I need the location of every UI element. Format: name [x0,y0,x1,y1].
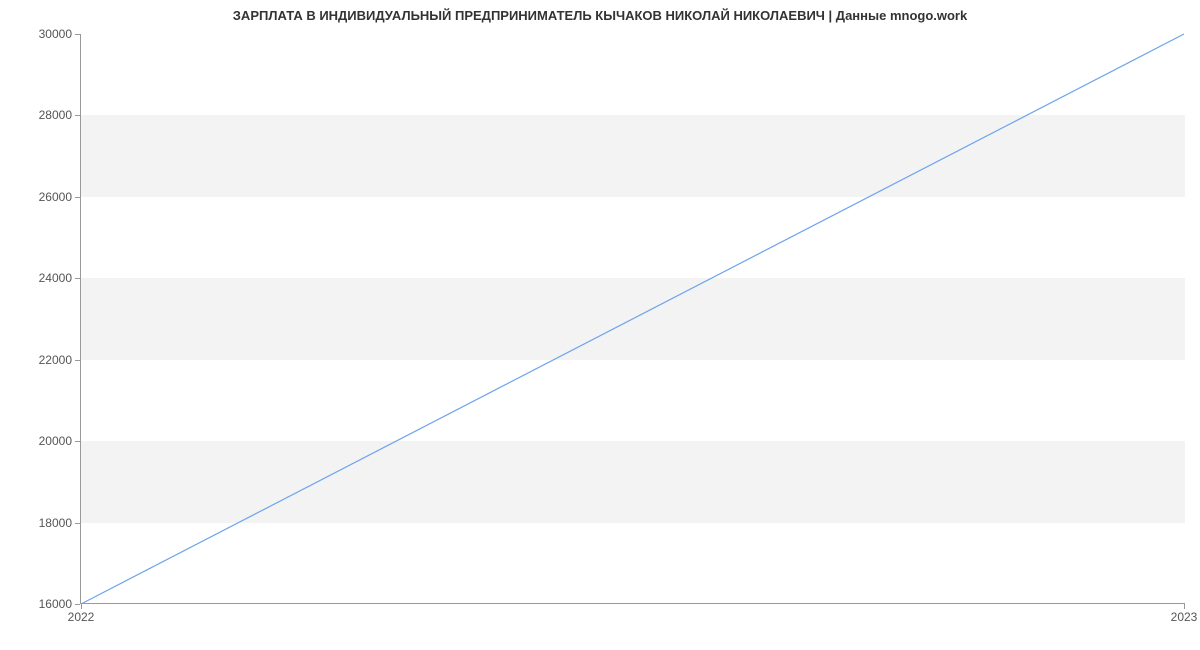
y-tick-mark [75,604,80,605]
y-tick-mark [75,34,80,35]
y-tick-mark [75,441,80,442]
x-tick-label: 2023 [1171,610,1198,624]
chart-title: ЗАРПЛАТА В ИНДИВИДУАЛЬНЫЙ ПРЕДПРИНИМАТЕЛ… [0,8,1200,23]
y-tick-mark [75,523,80,524]
y-tick-mark [75,278,80,279]
y-tick-mark [75,197,80,198]
y-tick-label: 22000 [12,353,72,367]
y-tick-label: 16000 [12,597,72,611]
y-tick-mark [75,360,80,361]
y-tick-label: 26000 [12,190,72,204]
y-tick-mark [75,115,80,116]
x-tick-mark [81,604,82,609]
y-tick-label: 20000 [12,434,72,448]
x-tick-label: 2022 [68,610,95,624]
chart-line-layer [80,34,1185,604]
chart-container: ЗАРПЛАТА В ИНДИВИДУАЛЬНЫЙ ПРЕДПРИНИМАТЕЛ… [0,0,1200,650]
y-tick-label: 18000 [12,516,72,530]
y-tick-label: 24000 [12,271,72,285]
y-tick-label: 28000 [12,108,72,122]
series-line [81,34,1184,604]
y-tick-label: 30000 [12,27,72,41]
x-tick-mark [1184,604,1185,609]
